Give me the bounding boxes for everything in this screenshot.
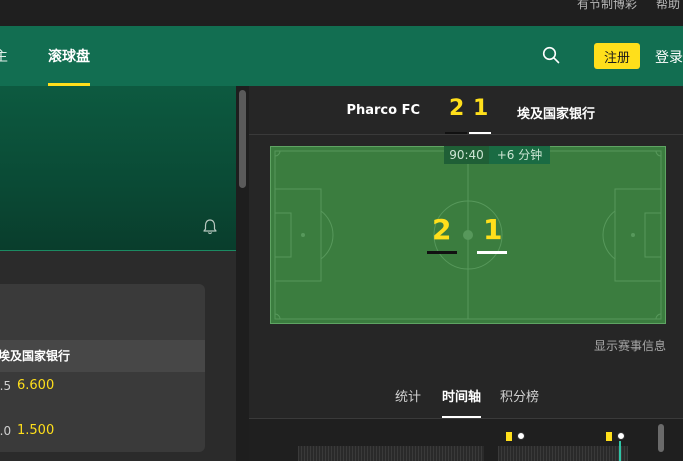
top-utility-bar: 有节制博彩 帮助 [0,0,683,26]
help-link[interactable]: 帮助 [656,0,680,12]
odds-price[interactable]: 1.500 [17,423,54,438]
pitch-graphic [270,146,666,324]
match-pitch: 90:40 +6 分钟 2 1 [270,146,666,324]
timeline-track [298,446,484,461]
tab-stats[interactable]: 统计 [395,386,421,405]
match-timeline [249,419,683,461]
show-event-info-link[interactable]: 显示赛事信息 [594,337,666,354]
timeline-current-marker [619,441,621,461]
tab-standings[interactable]: 积分榜 [500,386,539,405]
market-team-label: 埃及国家银行 [0,349,71,363]
home-color-bar [445,132,467,134]
bell-icon[interactable] [202,218,218,236]
goal-ball-icon[interactable] [517,432,525,440]
market-card: 埃及国家银行 2.5 6.600 0.0 1.500 [0,284,205,452]
timeline-track [498,446,628,461]
pitch-away-color-bar [477,251,507,254]
handicap-line: 0.0 [0,424,12,438]
nav-tab-inplay[interactable]: 滚球盘 [48,46,90,66]
nav-tab-home[interactable]: 主 [0,46,8,66]
main-navigation: 主 滚球盘 注册 登录 [0,26,683,86]
scoreboard-header: Pharco FC 2 1 埃及国家银行 [249,86,683,135]
goal-ball-icon[interactable] [617,432,625,440]
away-team-name: 埃及国家银行 [517,107,596,122]
login-button[interactable]: 登录 [655,47,683,67]
pitch-home-color-bar [427,251,457,254]
responsible-gambling-link[interactable]: 有节制博彩 [577,0,637,12]
match-panel: Pharco FC 2 1 埃及国家银行 90:40 +6 分钟 2 1 显示赛… [249,86,683,461]
match-clock: 90:40 [444,146,489,164]
timeline-scrollbar[interactable] [658,424,664,452]
event-header-banner [0,86,236,251]
odds-price[interactable]: 6.600 [17,378,54,393]
scrollbar-thumb[interactable] [239,90,246,188]
register-button[interactable]: 注册 [594,43,640,69]
market-team-header: 埃及国家银行 [0,340,205,372]
yellow-card-event[interactable] [606,432,612,441]
away-color-bar [469,132,491,134]
yellow-card-event[interactable] [506,432,512,441]
pitch-home-score: 2 [432,213,452,246]
away-score: 1 [473,96,489,121]
tab-timeline[interactable]: 时间轴 [442,386,481,405]
left-panel: 埃及国家银行 2.5 6.600 0.0 1.500 [0,86,236,461]
home-team-name: Pharco FC [346,103,420,118]
added-time: +6 分钟 [489,146,550,164]
pitch-away-score: 1 [483,213,503,246]
home-score: 2 [449,96,465,121]
handicap-line: 2.5 [0,379,12,393]
search-icon[interactable] [542,46,560,64]
